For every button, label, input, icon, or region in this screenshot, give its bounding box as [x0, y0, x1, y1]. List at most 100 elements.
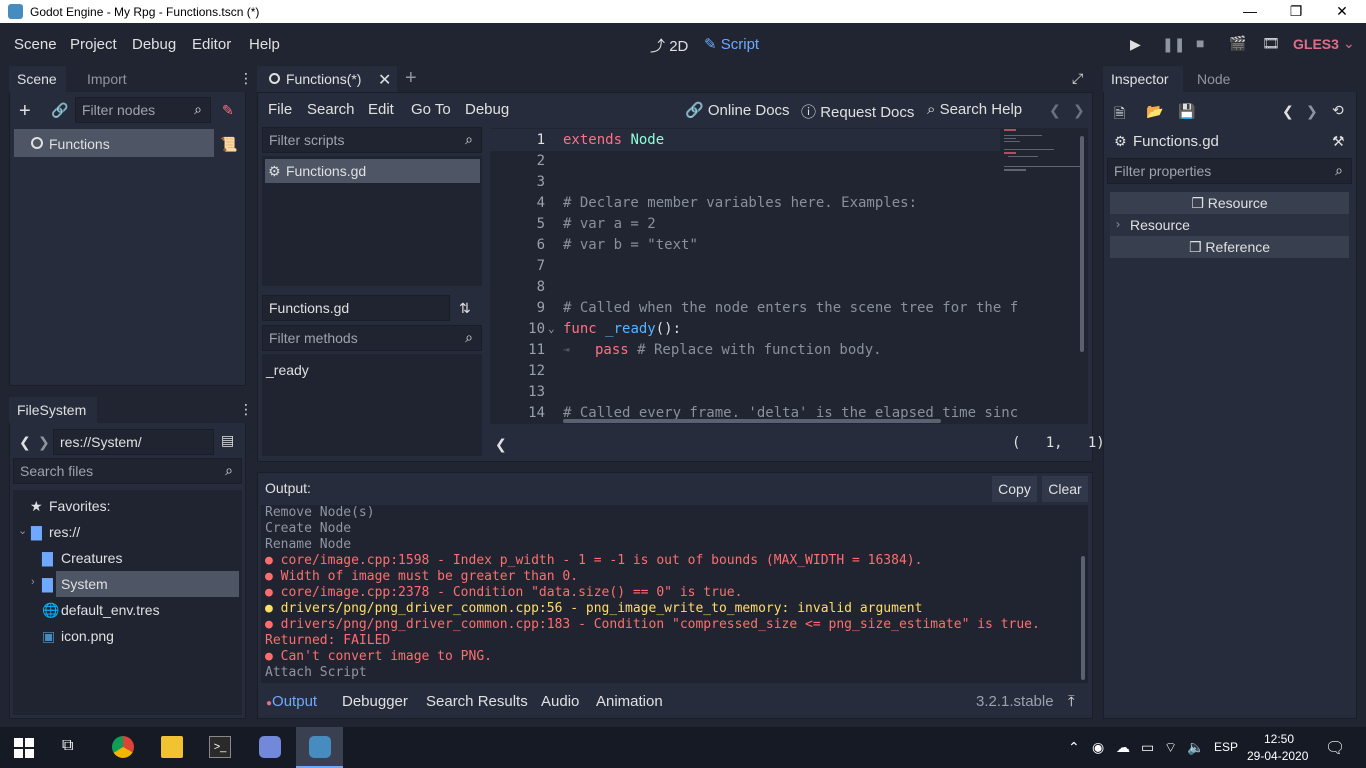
file-explorer-icon[interactable] [161, 736, 183, 758]
tab-inspector[interactable]: Inspector [1103, 66, 1183, 92]
vertical-scrollbar[interactable] [1080, 136, 1084, 352]
tab-functions-scene[interactable]: Functions(*) ✕ [257, 66, 397, 92]
tree-item-favorites[interactable]: Favorites: [49, 498, 110, 514]
code-minimap[interactable] [1004, 128, 1080, 178]
bottom-tab-debugger[interactable]: Debugger [342, 693, 408, 710]
expand-panel-icon[interactable]: ⤒ [1068, 693, 1075, 710]
new-resource-icon[interactable]: 🗎 [1114, 103, 1125, 127]
sort-icon[interactable]: ⇅ [459, 300, 471, 317]
tab-import[interactable]: Import [79, 66, 135, 92]
workspace-script-button[interactable]: ✎ Script [704, 35, 759, 53]
save-icon[interactable]: 💾 [1178, 103, 1195, 120]
windows-start-icon[interactable] [14, 738, 34, 758]
restore-button[interactable]: ❐ [1273, 0, 1319, 23]
wifi-icon[interactable]: ⌔ [1164, 739, 1177, 757]
script-icon[interactable]: 📜 [220, 136, 237, 153]
script-menu-debug[interactable]: Debug [465, 101, 509, 118]
menu-project[interactable]: Project [70, 36, 117, 53]
open-folder-icon[interactable]: 📂 [1146, 103, 1163, 120]
language-indicator[interactable]: ESP [1214, 740, 1238, 754]
filter-scripts-input[interactable]: Filter scripts ⌕ [262, 127, 482, 153]
renderer-selector[interactable]: GLES3 [1293, 36, 1339, 52]
link-icon[interactable]: 🔗 [51, 102, 68, 119]
bottom-tab-animation[interactable]: Animation [596, 693, 663, 710]
forward-icon[interactable]: ❯ [38, 434, 50, 451]
battery-icon[interactable]: ▭ [1141, 739, 1154, 756]
bottom-tab-search-results[interactable]: Search Results [426, 693, 528, 710]
distraction-free-icon[interactable]: ⤢ [1072, 70, 1083, 87]
play-scene-icon[interactable]: 🎬 [1229, 35, 1246, 52]
volume-icon[interactable]: 🔈 [1187, 739, 1204, 756]
discord-tray-icon[interactable]: ◉ [1092, 739, 1104, 756]
notifications-icon[interactable]: 🗨 [1325, 738, 1345, 758]
history-back-icon[interactable]: ❮ [1049, 102, 1061, 119]
add-node-icon[interactable]: + [19, 100, 31, 123]
bottom-tab-audio[interactable]: Audio [541, 693, 579, 710]
tree-item-creatures[interactable]: Creatures [61, 550, 122, 566]
object-properties-icon[interactable]: ⚒ [1332, 133, 1345, 150]
task-view-icon[interactable]: ⧉ [62, 737, 73, 755]
add-scene-tab-icon[interactable]: + [405, 67, 417, 90]
script-attach-icon[interactable]: ✎ [222, 102, 234, 119]
tree-item-icon-png[interactable]: icon.png [61, 628, 114, 644]
script-menu-file[interactable]: File [268, 101, 292, 118]
back-icon[interactable]: ❮ [19, 434, 31, 451]
toggle-scripts-panel-icon[interactable]: ❮ [495, 436, 507, 453]
script-menu-search[interactable]: Search [307, 101, 355, 118]
dock-menu-icon[interactable]: ⋮ [239, 70, 253, 87]
close-tab-icon[interactable]: ✕ [378, 70, 391, 90]
taskbar-godot-active[interactable] [296, 727, 343, 768]
scene-tree-root-node[interactable]: Functions [14, 129, 214, 157]
split-view-icon[interactable]: ▤ [221, 432, 234, 449]
pause-icon[interactable]: ❚❚ [1162, 36, 1185, 53]
chevron-right-icon[interactable]: › [31, 576, 35, 588]
play-icon[interactable]: ▶ [1130, 36, 1141, 53]
menu-scene[interactable]: Scene [14, 36, 57, 53]
script-menu-edit[interactable]: Edit [368, 101, 394, 118]
tab-filesystem[interactable]: FileSystem [9, 397, 97, 423]
tab-scene[interactable]: Scene [9, 66, 66, 92]
discord-app-icon[interactable] [259, 736, 281, 758]
clear-button[interactable]: Clear [1042, 476, 1088, 502]
copy-button[interactable]: Copy [992, 476, 1037, 502]
filter-methods-input[interactable]: Filter methods ⌕ [262, 325, 482, 351]
code-editor[interactable]: 1 2 3 4 5 6 7 8 9 10 ⌄ 11 12 13 14 exten… [490, 128, 1088, 424]
history-icon[interactable]: ⟲ [1332, 102, 1344, 119]
terminal-icon[interactable]: >_ [209, 736, 231, 758]
tree-item-system[interactable]: System [61, 576, 108, 592]
chrome-icon[interactable] [112, 736, 134, 758]
online-docs-button[interactable]: 🔗 Online Docs [685, 101, 790, 119]
chevron-down-icon[interactable]: ⌄ [18, 524, 27, 537]
filter-properties-input[interactable]: Filter properties ⌕ [1107, 158, 1352, 184]
stop-icon[interactable]: ■ [1196, 35, 1204, 51]
play-custom-scene-icon[interactable]: 🎞 [1262, 35, 1280, 52]
menu-editor[interactable]: Editor [192, 36, 231, 53]
tree-item-res[interactable]: res:// [49, 524, 80, 540]
search-help-button[interactable]: ⌕ Search Help [927, 101, 1022, 118]
minimize-button[interactable]: — [1227, 0, 1273, 23]
search-files-input[interactable]: Search files ⌕ [13, 458, 242, 484]
horizontal-scrollbar[interactable] [563, 419, 941, 423]
script-menu-goto[interactable]: Go To [411, 101, 451, 118]
workspace-2d-button[interactable]: ⤴ 2D [650, 35, 688, 56]
history-back-icon[interactable]: ❮ [1282, 103, 1294, 120]
tree-item-default-env[interactable]: default_env.tres [61, 602, 160, 618]
method-item[interactable]: _ready [266, 362, 309, 378]
chevron-up-icon[interactable]: ⌃ [1068, 739, 1080, 756]
output-scrollbar[interactable] [1081, 556, 1085, 680]
path-field[interactable]: res://System/ [53, 429, 214, 455]
history-forward-icon[interactable]: ❯ [1306, 103, 1318, 120]
tab-node[interactable]: Node [1189, 66, 1238, 92]
dock-menu-icon[interactable]: ⋮ [239, 401, 253, 418]
close-window-button[interactable]: ✕ [1319, 0, 1365, 23]
chevron-down-icon[interactable]: ⌄ [1343, 35, 1355, 52]
history-forward-icon[interactable]: ❯ [1073, 102, 1085, 119]
inspector-resource-name[interactable]: Functions.gd [1133, 133, 1219, 150]
menu-debug[interactable]: Debug [132, 36, 176, 53]
request-docs-button[interactable]: ⓘ Request Docs [801, 101, 914, 122]
bottom-tab-output[interactable]: ●Output [266, 693, 317, 710]
cloud-icon[interactable]: ☁ [1116, 739, 1130, 756]
clock-date[interactable]: 29-04-2020 [1247, 749, 1308, 763]
menu-help[interactable]: Help [249, 36, 280, 53]
inspector-section-resource[interactable]: › Resource [1110, 214, 1349, 236]
